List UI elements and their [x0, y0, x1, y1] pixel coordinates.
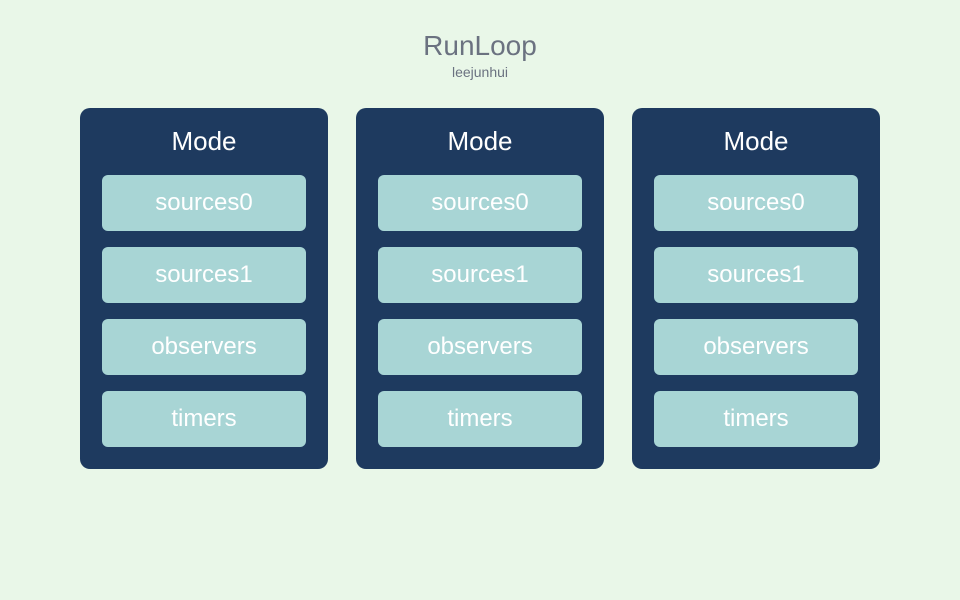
mode-item-timers: timers: [378, 391, 582, 447]
mode-card: Mode sources0 sources1 observers timers: [356, 108, 604, 469]
mode-item-observers: observers: [378, 319, 582, 375]
mode-item-sources0: sources0: [102, 175, 306, 231]
mode-item-sources1: sources1: [378, 247, 582, 303]
mode-title: Mode: [171, 126, 236, 157]
diagram-subtitle: leejunhui: [452, 64, 508, 80]
mode-title: Mode: [723, 126, 788, 157]
mode-item-observers: observers: [654, 319, 858, 375]
mode-item-sources1: sources1: [102, 247, 306, 303]
mode-item-timers: timers: [654, 391, 858, 447]
mode-title: Mode: [447, 126, 512, 157]
mode-item-timers: timers: [102, 391, 306, 447]
diagram-title: RunLoop: [423, 30, 537, 62]
mode-card: Mode sources0 sources1 observers timers: [80, 108, 328, 469]
mode-item-observers: observers: [102, 319, 306, 375]
mode-item-sources1: sources1: [654, 247, 858, 303]
mode-item-sources0: sources0: [654, 175, 858, 231]
modes-container: Mode sources0 sources1 observers timers …: [80, 108, 880, 469]
mode-card: Mode sources0 sources1 observers timers: [632, 108, 880, 469]
mode-item-sources0: sources0: [378, 175, 582, 231]
